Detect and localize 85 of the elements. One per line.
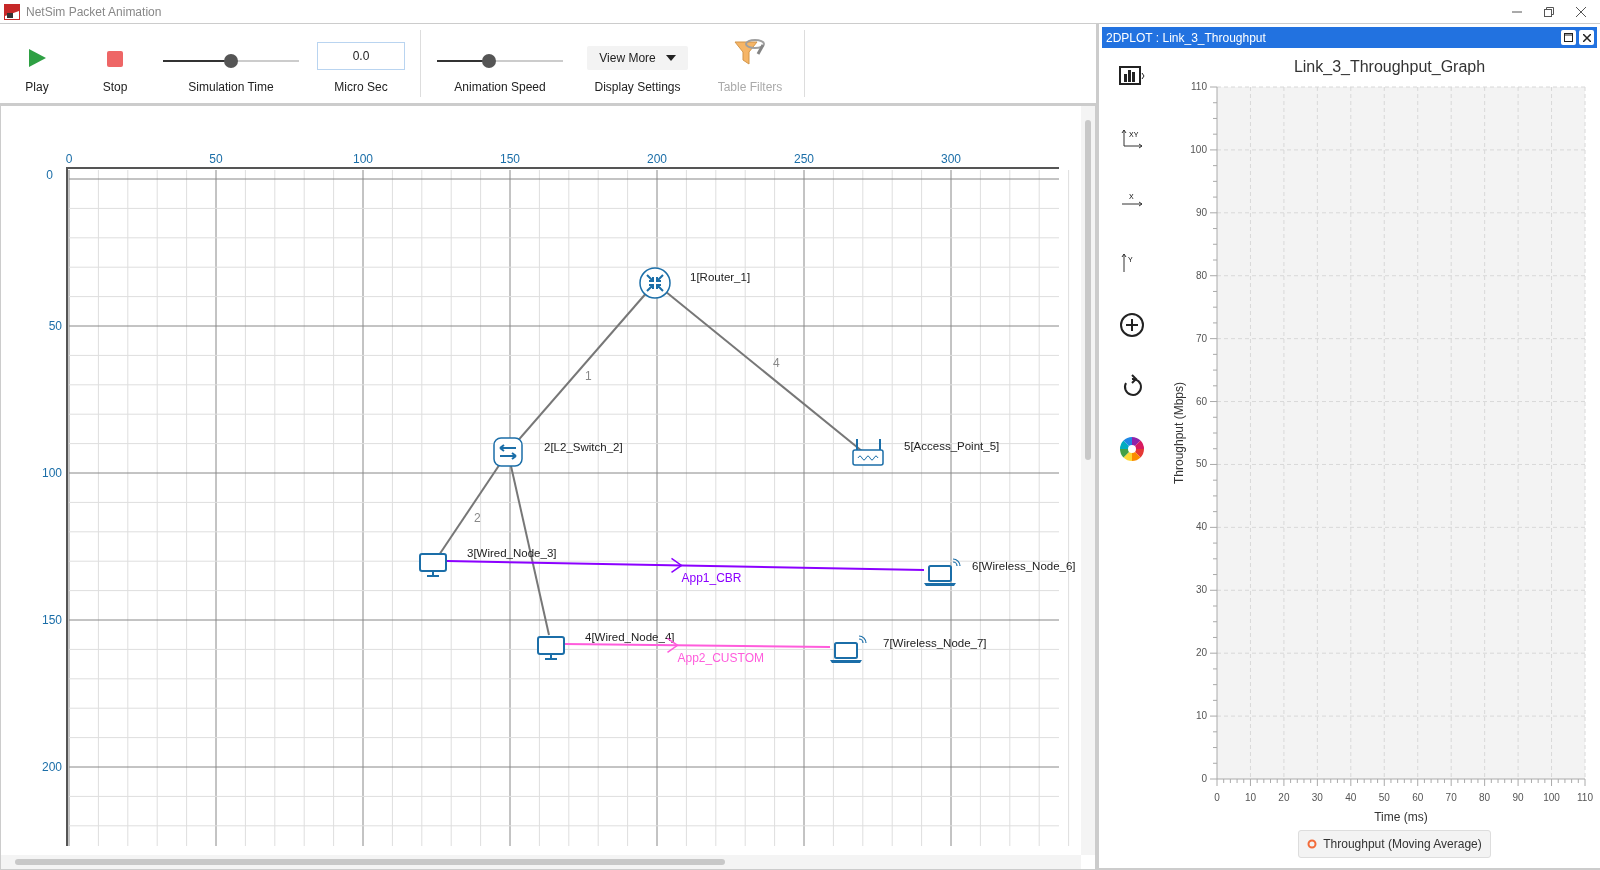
tick-label: 90 [1512, 792, 1524, 803]
vertical-scrollbar[interactable] [1081, 106, 1095, 855]
laptop-icon [830, 635, 867, 663]
axis-label: 200 [647, 152, 667, 166]
tick-label: 80 [1195, 269, 1207, 281]
axis-label: 50 [48, 319, 62, 333]
stop-icon [106, 50, 124, 68]
tick-label: 110 [1577, 792, 1593, 803]
tick-label: 10 [1244, 792, 1256, 803]
node-label: 7[Wireless_Node_7] [883, 637, 987, 649]
tick-label: 60 [1412, 792, 1424, 803]
close-button[interactable] [1579, 30, 1594, 45]
tick-label: 40 [1345, 792, 1357, 803]
slider-label: Simulation Time [188, 80, 274, 94]
desktop-icon [419, 553, 447, 577]
stop-button[interactable]: Stop [102, 50, 128, 94]
tick-label: 0 [1214, 792, 1220, 803]
tick-label: 70 [1195, 332, 1207, 344]
switch-icon [493, 437, 523, 467]
axis-label: 0 [65, 152, 73, 166]
tick-label: 80 [1479, 792, 1491, 803]
link-label: 2 [474, 511, 481, 525]
app-logo-icon [4, 3, 20, 20]
axis-label: 150 [41, 613, 62, 627]
axis-label: 0 [46, 168, 53, 182]
node-label: 6[Wireless_Node_6] [972, 560, 1076, 572]
axis-label: 100 [353, 152, 373, 166]
maximize-button[interactable] [1561, 30, 1576, 45]
application-label: App2_CUSTOM [677, 651, 764, 666]
legend-label: Throughput (Moving Average) [1323, 837, 1482, 851]
slider-label: Animation Speed [454, 80, 546, 94]
color-wheel-icon[interactable] [1118, 436, 1146, 462]
node-label: 4[Wired_Node_4] [585, 631, 675, 643]
play-button[interactable]: Play [25, 48, 49, 94]
laptop-icon [924, 558, 961, 586]
link-label: 4 [773, 356, 780, 370]
axis-title: Time (ms) [1374, 810, 1428, 824]
tick-label: 110 [1191, 81, 1207, 92]
chart-title: Link_3_Throughput_Graph [1293, 58, 1486, 76]
tick-label: 20 [1195, 647, 1207, 659]
restore-icon[interactable] [1544, 6, 1554, 17]
zoom-in-icon[interactable] [1118, 312, 1146, 338]
access-point-icon [852, 438, 884, 466]
tick-label: 20 [1278, 792, 1290, 803]
group-label: Display Settings [594, 80, 681, 94]
plot-title: 2DPLOT : Link_3_Throughput [1106, 30, 1267, 45]
caret-icon [665, 55, 676, 61]
slider-thumb[interactable] [481, 54, 496, 68]
tick-label: 100 [1190, 143, 1207, 155]
horizontal-scrollbar[interactable] [1, 855, 1081, 869]
axis-label: 100 [41, 466, 62, 480]
axis-title: Throughput (Mbps) [1172, 382, 1186, 484]
tick-label: 30 [1195, 584, 1207, 596]
axis-label: 150 [500, 152, 520, 166]
window-title: NetSim Packet Animation [26, 4, 162, 19]
node-label: 2[L2_Switch_2] [544, 441, 623, 453]
link-label: 1 [585, 369, 592, 383]
axis-label: 250 [794, 152, 814, 166]
tick-label: 100 [1543, 792, 1560, 803]
time-field[interactable]: 0.0 [317, 42, 405, 70]
desktop-icon [537, 636, 565, 660]
tick-label: 70 [1445, 792, 1457, 803]
close-icon [1582, 33, 1591, 42]
tick-label: 40 [1195, 521, 1207, 533]
node-label: 5[Access_Point_5] [904, 440, 1000, 452]
tick-label: 90 [1195, 206, 1207, 218]
play-icon [27, 48, 47, 68]
tick-label: 50 [1378, 792, 1390, 803]
router-icon [639, 267, 671, 299]
slider-thumb[interactable] [224, 54, 238, 68]
axis-label: 200 [41, 760, 62, 774]
maximize-icon [1564, 33, 1573, 42]
tick-label: 30 [1311, 792, 1323, 803]
tick-label: 0 [1201, 773, 1207, 784]
tick-label: 10 [1195, 710, 1207, 722]
view-more-dropdown[interactable]: View More [587, 46, 688, 70]
tick-label: 50 [1195, 458, 1207, 470]
axis-label: 300 [941, 152, 961, 166]
funnel-icon [733, 38, 767, 68]
node-label: 1[Router_1] [690, 271, 751, 283]
axis-label: 50 [209, 152, 223, 166]
application-label: App1_CBR [681, 571, 742, 586]
close-icon[interactable] [1576, 6, 1586, 17]
field-label: Micro Sec [334, 80, 388, 94]
tick-label: 60 [1195, 395, 1207, 407]
